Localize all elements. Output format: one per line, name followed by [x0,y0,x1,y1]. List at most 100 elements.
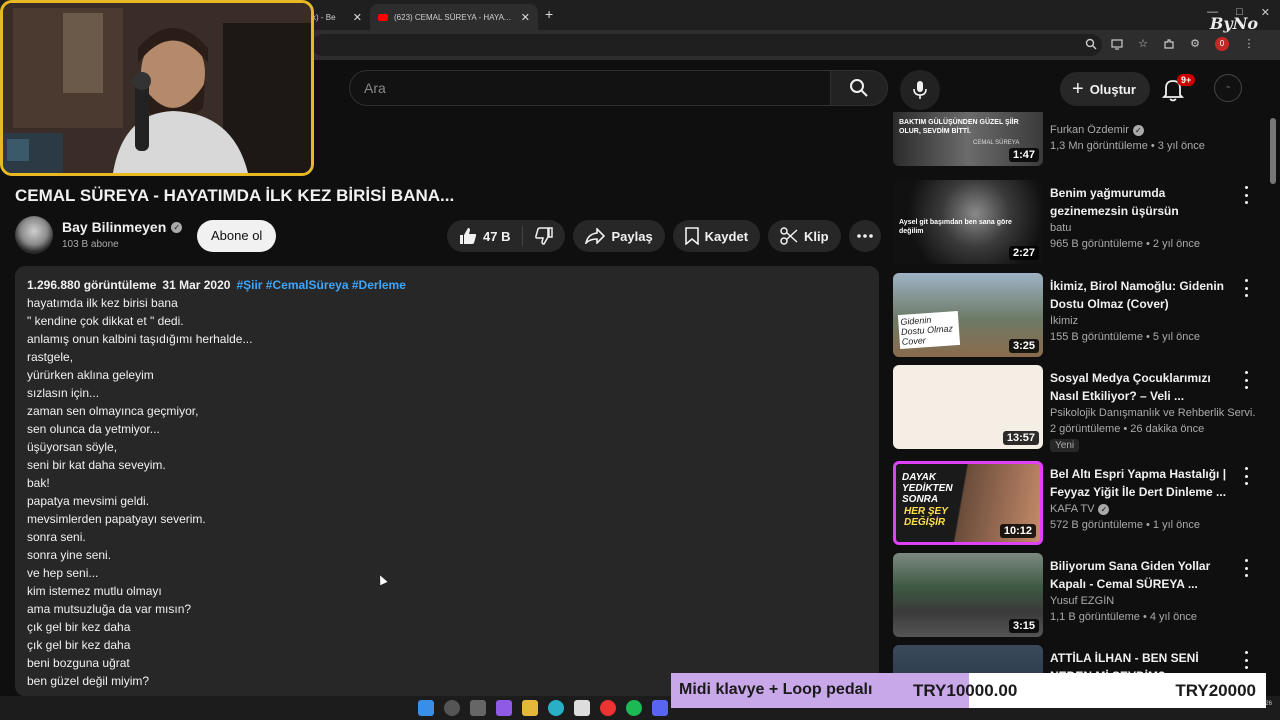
description-line: beni bozguna uğrat [27,656,130,670]
bookmark-star-icon[interactable]: ☆ [1137,38,1149,50]
related-channel-name[interactable]: Furkan Özdemir [1050,124,1129,136]
search-icon[interactable] [444,700,460,716]
discord-icon[interactable] [652,700,668,716]
extension-badge[interactable]: 0 [1215,37,1229,51]
new-tab-button[interactable]: + [545,6,553,22]
share-icon [585,228,606,244]
share-button[interactable]: Paylaş [573,220,665,252]
video-thumbnail[interactable]: Gidenin Dostu Olmaz Cover 3:25 [893,273,1043,357]
browser-tab-active[interactable]: (623) CEMAL SÜREYA - HAYATIMD ✕ [370,4,538,30]
related-channel-row[interactable]: İkimiz [1050,315,1255,327]
related-channel-name[interactable]: İkimiz [1050,315,1078,327]
related-video-title[interactable]: Bel Altı Espri Yapma Hastalığı | Feyyaz … [1050,465,1236,501]
related-channel-name[interactable]: Yusuf EZGİN [1050,595,1114,607]
chrome-icon[interactable] [600,700,616,716]
video-thumbnail[interactable]: 13:57 [893,365,1043,449]
related-video-item[interactable]: Aysel git başımdan ben sana göre değilim… [893,180,1263,266]
search-button[interactable] [830,70,888,106]
related-channel-row[interactable]: KAFA TV ✓ [1050,503,1255,515]
more-vertical-icon[interactable] [1239,279,1253,297]
more-vertical-icon[interactable] [1239,651,1253,669]
upload-date: 31 Mar 2020 [162,278,231,292]
hashtags-link[interactable]: #Şiir #CemalSüreya #Derleme [236,278,405,292]
related-channel-row[interactable]: Psikolojik Danışmanlık ve Rehberlik Serv… [1050,407,1255,419]
browser-menu-icon[interactable]: ⋮ [1243,38,1255,50]
description-line: sonra seni. [27,530,86,544]
related-channel-row[interactable]: batu [1050,222,1255,234]
related-channel-row[interactable]: Yusuf EZGİN [1050,595,1255,607]
duration-badge: 13:57 [1002,431,1039,445]
verified-icon: ✓ [1132,124,1144,136]
related-video-item[interactable]: BAKTIM GÜLÜŞÜNDEN GÜZEL ŞİİR OLUR, SEVDİ… [893,112,1263,168]
zoom-icon[interactable] [1085,38,1097,50]
plus-icon: + [1072,78,1084,100]
video-description[interactable]: 1.296.880 görüntüleme 31 Mar 2020 #Şiir … [15,266,879,696]
subscribe-button[interactable]: Abone ol [197,220,277,252]
more-vertical-icon[interactable] [1239,467,1253,485]
user-avatar[interactable]: ~ [1214,74,1242,102]
related-video-item[interactable]: Gidenin Dostu Olmaz Cover 3:25 İkimiz, Bir… [893,273,1263,359]
microphone-icon [913,81,927,99]
related-channel-row[interactable]: Furkan Özdemir ✓ [1050,124,1255,136]
start-menu-icon[interactable] [418,700,434,716]
channel-name[interactable]: Bay Bilinmeyen [62,219,166,235]
like-button[interactable]: 47 B [447,220,522,252]
related-video-title[interactable]: Sosyal Medya Çocuklarımızı Nasıl Etkiliy… [1050,369,1236,405]
related-channel-name[interactable]: batu [1050,222,1071,234]
goal-title: Midi klavye + Loop pedalı [679,681,873,698]
save-button[interactable]: Kaydet [672,220,761,252]
related-video-meta: 155 B görüntüleme • 5 yıl önce [1050,331,1200,343]
store-icon[interactable] [574,700,590,716]
description-line: rastgele, [27,350,74,364]
related-video-title[interactable]: Biliyorum Sana Giden Yollar Kapalı - Cem… [1050,557,1236,593]
related-video-title[interactable]: Benim yağmurumda gezinemezsin üşürsün [1050,184,1236,220]
like-dislike-group: 47 B [447,220,566,252]
voice-search-button[interactable] [900,70,940,110]
description-line: sen olunca da yetmiyor... [27,422,160,436]
youtube-favicon-icon [378,13,388,21]
close-tab-icon[interactable]: ✕ [521,11,530,24]
related-video-meta: 1,1 B görüntüleme • 4 yıl önce [1050,611,1197,623]
dislike-button[interactable] [523,220,565,252]
thumbnail-text: DAYAK YEDİKTEN SONRA [902,472,953,505]
video-thumbnail[interactable]: Aysel git başımdan ben sana göre değilim… [893,180,1043,264]
description-line: bak! [27,476,50,490]
close-tab-icon[interactable]: ✕ [353,11,362,24]
channel-avatar[interactable] [15,216,53,254]
related-video-item[interactable]: DAYAK YEDİKTEN SONRA HER ŞEY DEĞİŞİR 10:12… [893,461,1263,547]
edge-icon[interactable] [548,700,564,716]
video-actions: 47 B Paylaş Kaydet Klip [447,220,881,252]
related-video-meta: 572 B görüntüleme • 1 yıl önce [1050,519,1200,531]
extensions-icon[interactable] [1163,38,1175,50]
close-window-button[interactable]: ✕ [1261,6,1270,19]
install-app-icon[interactable] [1111,38,1123,50]
more-vertical-icon[interactable] [1239,186,1253,204]
related-video-item[interactable]: 13:57 Sosyal Medya Çocuklarımızı Nasıl Et… [893,365,1263,452]
address-bar[interactable] [312,34,1102,56]
task-view-icon[interactable] [470,700,486,716]
file-explorer-icon[interactable] [522,700,538,716]
extension-icon[interactable]: ⚙ [1189,38,1201,50]
spotify-icon[interactable] [626,700,642,716]
related-video-title[interactable]: İkimiz, Birol Namoğlu: Gidenin Dostu Olm… [1050,277,1236,313]
clip-button[interactable]: Klip [768,220,841,252]
more-actions-button[interactable] [848,220,881,252]
video-thumbnail[interactable]: DAYAK YEDİKTEN SONRA HER ŞEY DEĞİŞİR 10:12 [893,461,1043,545]
video-thumbnail[interactable]: BAKTIM GÜLÜŞÜNDEN GÜZEL ŞİİR OLUR, SEVDİ… [893,112,1043,166]
related-channel-name[interactable]: Psikolojik Danışmanlık ve Rehberlik Serv… [1050,407,1255,419]
more-vertical-icon[interactable] [1239,559,1253,577]
search-input[interactable]: Ara [349,70,831,106]
more-vertical-icon[interactable] [1239,371,1253,389]
create-button[interactable]: + Oluştur [1060,72,1150,106]
description-text: hayatımda ilk kez birisi bana " kendine ç… [27,294,867,690]
related-video-item[interactable]: 3:15 Biliyorum Sana Giden Yollar Kapalı -… [893,553,1263,639]
copilot-icon[interactable] [496,700,512,716]
webcam-feed-image [3,3,311,173]
clip-label: Klip [804,228,829,244]
subscriber-count: 103 B abone [62,239,119,250]
related-channel-name[interactable]: KAFA TV [1050,503,1094,515]
duration-badge: 1:47 [1008,148,1039,162]
channel-name-row[interactable]: Bay Bilinmeyen ✓ [62,219,183,235]
scrollbar-thumb[interactable] [1270,118,1276,184]
video-thumbnail[interactable]: 3:15 [893,553,1043,637]
